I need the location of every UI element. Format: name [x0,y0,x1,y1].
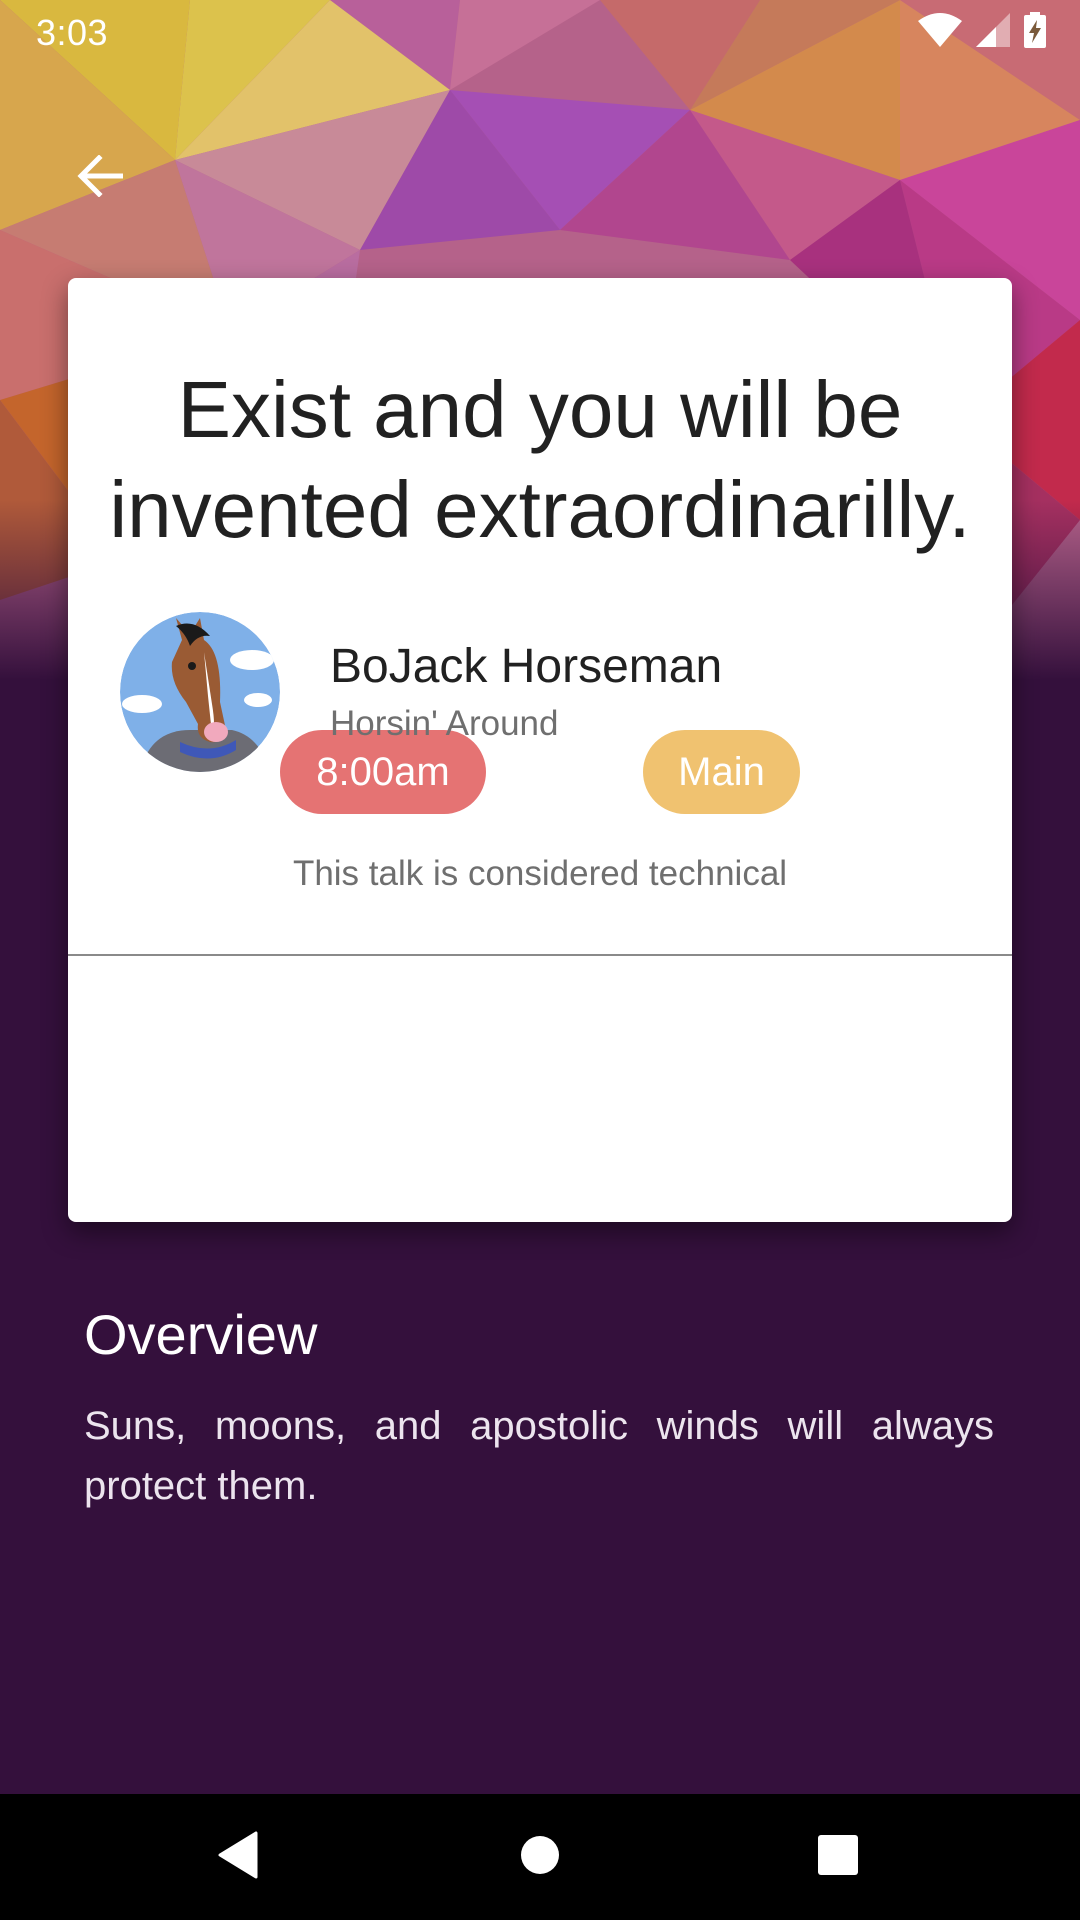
nav-home-button[interactable] [495,1812,585,1902]
cellular-signal-icon [976,13,1010,52]
navigation-bar [0,1794,1080,1920]
nav-recents-icon [818,1834,858,1880]
wifi-icon [918,13,962,52]
nav-recents-button[interactable] [793,1812,883,1902]
status-time: 3:03 [36,12,109,53]
status-bar: 3:03 [0,0,1080,64]
arrow-back-icon [77,153,124,202]
nav-home-icon [520,1835,560,1880]
speaker-company: Horsin' Around [330,704,559,743]
talk-title: Exist and you will be invented extraordi… [109,365,971,554]
track-chip[interactable]: Main [643,730,800,814]
status-icons [918,12,1046,53]
technical-note: This talk is considered technical [292,854,788,893]
overview-description: Suns, moons, and apostolic winds will al… [84,1404,994,1508]
speaker-name: BoJack Horseman [330,640,723,693]
back-button[interactable] [58,136,142,220]
battery-charging-icon [1024,12,1046,53]
speaker-avatar[interactable] [120,612,280,772]
speaker-row[interactable] [68,956,1012,1222]
nav-back-icon [216,1831,260,1884]
session-card: Exist and you will be invented extraordi… [68,278,1012,1222]
overview-heading: Overview [84,1303,318,1366]
nav-back-button[interactable] [193,1812,283,1902]
